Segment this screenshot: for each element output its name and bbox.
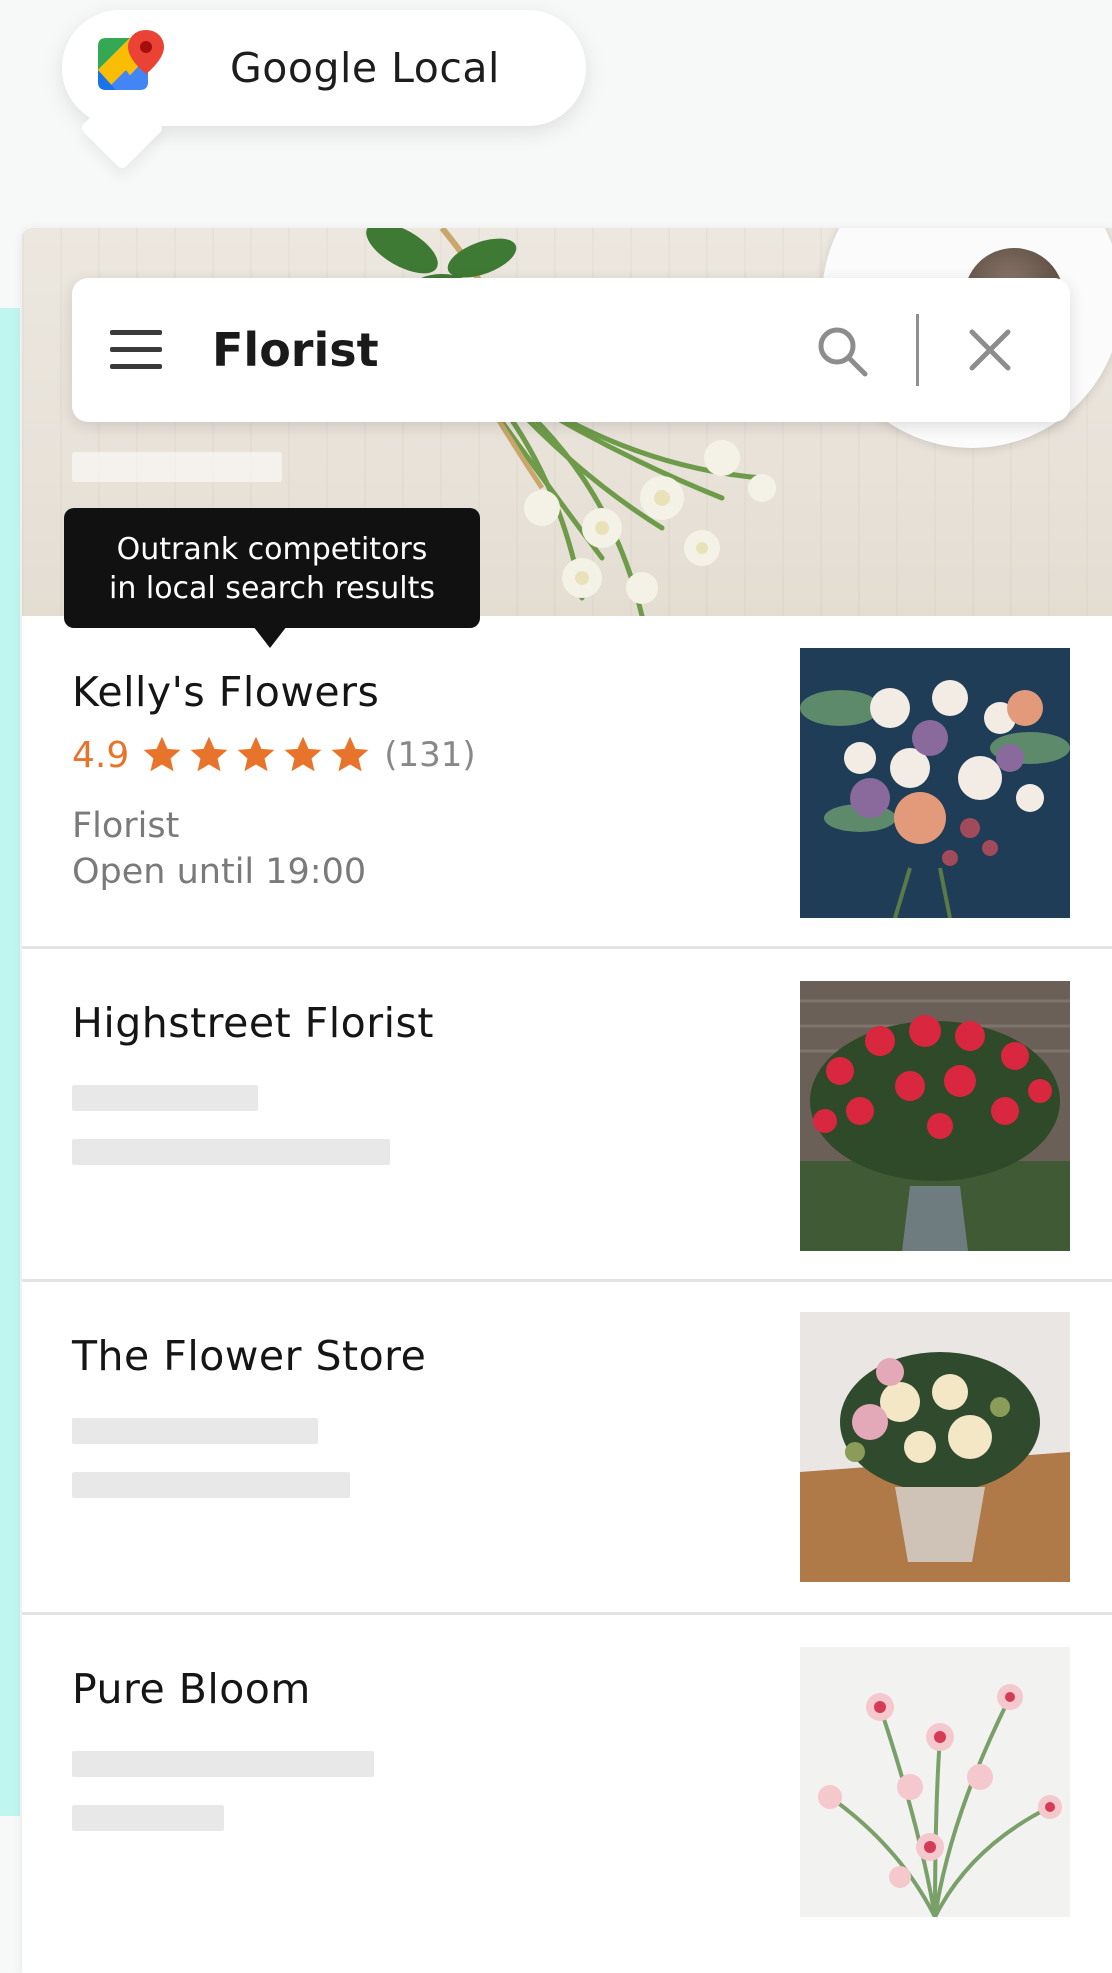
listing-name[interactable]: Pure Bloom — [72, 1665, 311, 1713]
search-query[interactable]: Florist — [212, 278, 379, 422]
search-divider — [916, 314, 919, 386]
star-icon — [143, 736, 181, 772]
placeholder-line — [72, 1472, 350, 1498]
listing-thumbnail[interactable] — [800, 1647, 1070, 1917]
placeholder-line — [72, 1418, 318, 1444]
app-title: Google Local — [230, 44, 500, 92]
star-icon — [237, 736, 275, 772]
google-maps-icon — [98, 30, 164, 90]
rating-value: 4.9 — [72, 734, 130, 776]
placeholder-line — [72, 1139, 390, 1165]
rating-row: 4.9 (131) — [72, 730, 476, 780]
hero-placeholder — [72, 452, 282, 482]
listing-thumbnail[interactable] — [800, 648, 1070, 918]
listing-name[interactable]: Highstreet Florist — [72, 999, 434, 1047]
search-bar[interactable]: Florist — [72, 278, 1070, 422]
tooltip: Outrank competitors in local search resu… — [64, 508, 480, 628]
menu-icon[interactable] — [110, 330, 162, 370]
placeholder-line — [72, 1805, 224, 1831]
listing-name[interactable]: The Flower Store — [72, 1332, 426, 1380]
tooltip-arrow — [253, 626, 287, 648]
star-icon — [284, 736, 322, 772]
listing-thumbnail[interactable] — [800, 981, 1070, 1251]
list-item[interactable]: Pure Bloom — [22, 1615, 1112, 1945]
listing-hours: Open until 19:00 — [72, 852, 367, 892]
listing-category: Florist — [72, 806, 180, 846]
list-item[interactable]: Highstreet Florist — [22, 949, 1112, 1282]
review-count: (131) — [384, 735, 476, 775]
tooltip-line-1: Outrank competitors — [116, 532, 428, 567]
background-accent-strip — [0, 308, 20, 1816]
list-item[interactable]: The Flower Store — [22, 1282, 1112, 1615]
search-icon[interactable] — [815, 324, 869, 378]
list-item[interactable]: Kelly's Flowers 4.9 (131) Florist Open u… — [22, 616, 1112, 949]
listing-thumbnail[interactable] — [800, 1312, 1070, 1582]
star-icon — [331, 736, 369, 772]
close-icon[interactable] — [968, 328, 1012, 372]
listing-name[interactable]: Kelly's Flowers — [72, 668, 379, 716]
tooltip-line-2: in local search results — [108, 571, 435, 606]
star-icon — [190, 736, 228, 772]
placeholder-line — [72, 1085, 258, 1111]
placeholder-line — [72, 1751, 374, 1777]
